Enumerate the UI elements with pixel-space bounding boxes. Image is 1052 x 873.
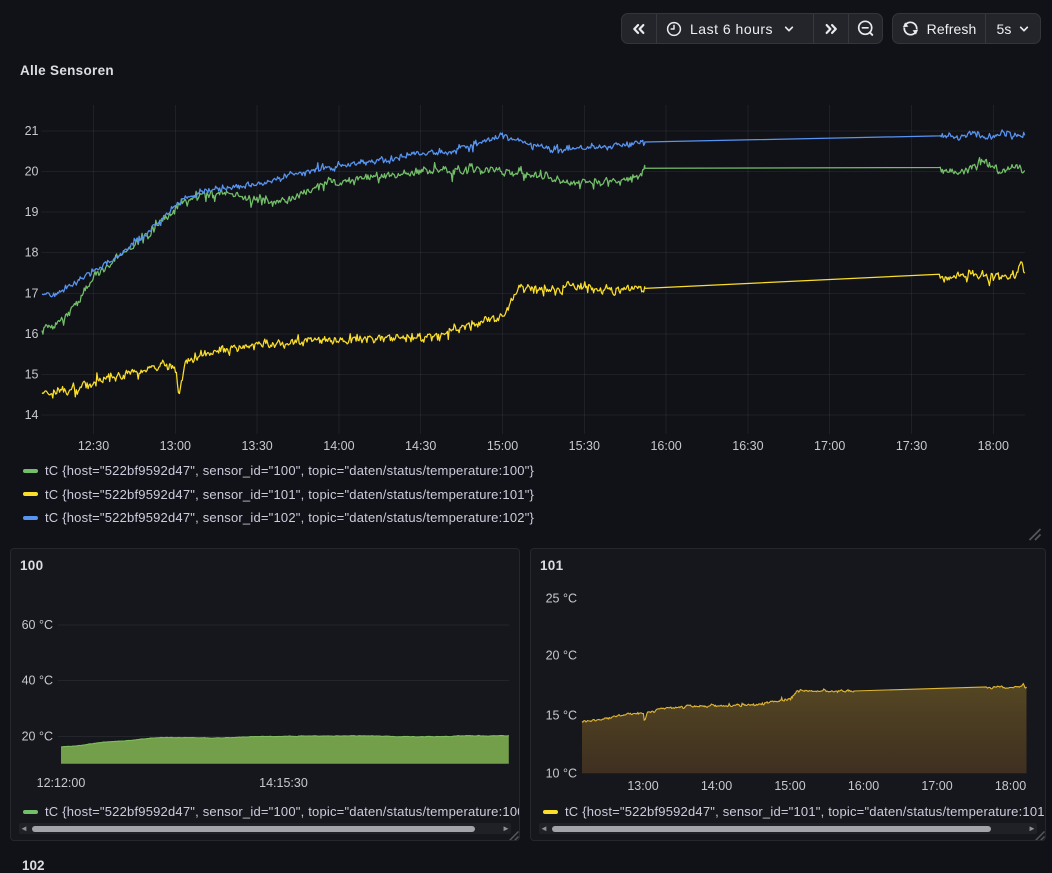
- svg-text:17:30: 17:30: [896, 439, 927, 453]
- svg-text:21: 21: [25, 124, 39, 138]
- svg-text:15 °C: 15 °C: [546, 709, 577, 723]
- svg-text:16: 16: [25, 327, 39, 341]
- svg-text:13:00: 13:00: [160, 439, 191, 453]
- svg-text:10 °C: 10 °C: [546, 766, 577, 780]
- svg-text:17:00: 17:00: [814, 439, 845, 453]
- svg-text:20 °C: 20 °C: [546, 649, 577, 663]
- svg-text:19: 19: [25, 205, 39, 219]
- svg-text:16:00: 16:00: [650, 439, 681, 453]
- svg-text:17:00: 17:00: [921, 779, 952, 793]
- svg-text:14:00: 14:00: [701, 779, 732, 793]
- svg-text:15:30: 15:30: [569, 439, 600, 453]
- svg-text:12:30: 12:30: [78, 439, 109, 453]
- svg-text:25 °C: 25 °C: [546, 592, 577, 606]
- svg-text:18:00: 18:00: [978, 439, 1009, 453]
- svg-text:14:30: 14:30: [405, 439, 436, 453]
- svg-text:15:00: 15:00: [487, 439, 518, 453]
- svg-text:14:00: 14:00: [323, 439, 354, 453]
- svg-text:16:30: 16:30: [732, 439, 763, 453]
- svg-text:13:00: 13:00: [627, 779, 658, 793]
- svg-text:14: 14: [25, 408, 39, 422]
- svg-text:60 °C: 60 °C: [22, 618, 53, 632]
- svg-text:15: 15: [25, 367, 39, 381]
- svg-text:40 °C: 40 °C: [22, 674, 53, 688]
- svg-text:18:00: 18:00: [995, 779, 1026, 793]
- svg-text:12:12:00: 12:12:00: [37, 776, 86, 790]
- svg-text:20: 20: [25, 165, 39, 179]
- svg-text:20 °C: 20 °C: [22, 729, 53, 743]
- svg-text:13:30: 13:30: [241, 439, 272, 453]
- svg-text:14:15:30: 14:15:30: [259, 776, 308, 790]
- svg-text:17: 17: [25, 286, 39, 300]
- svg-text:18: 18: [25, 246, 39, 260]
- svg-text:15:00: 15:00: [774, 779, 805, 793]
- svg-text:16:00: 16:00: [848, 779, 879, 793]
